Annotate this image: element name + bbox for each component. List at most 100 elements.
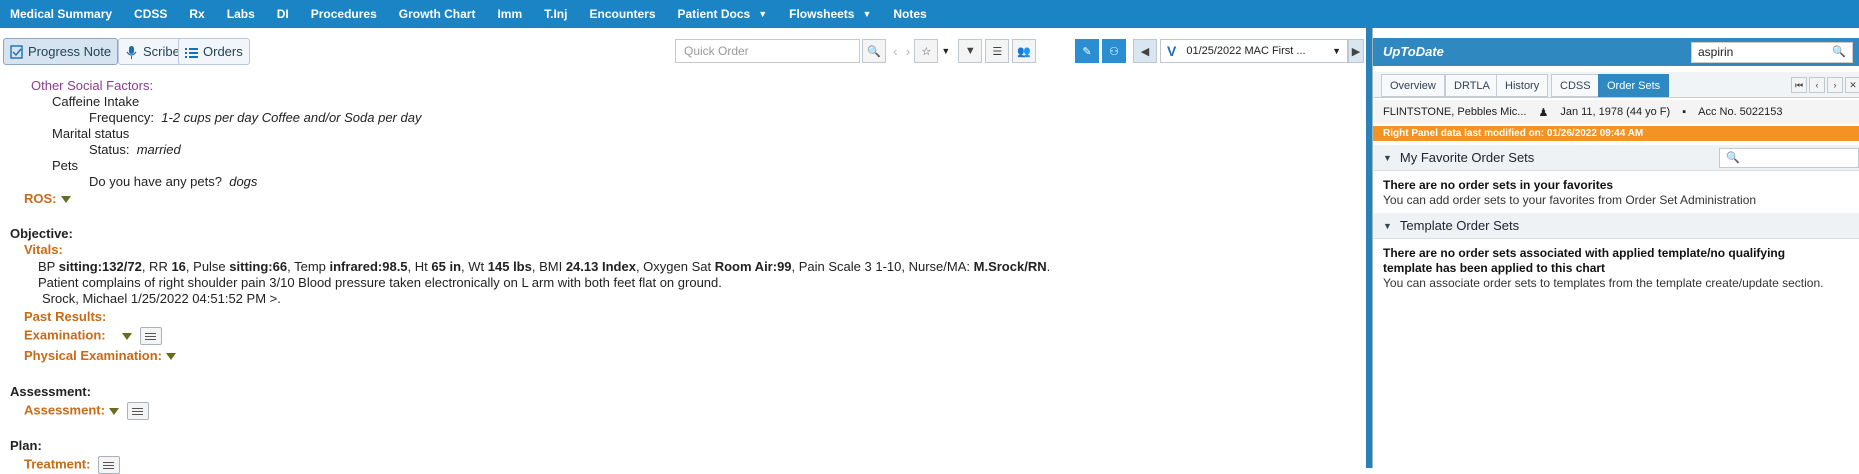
star-icon[interactable]: ☆ xyxy=(914,39,939,63)
nav-encounters[interactable]: Encounters xyxy=(589,7,655,21)
edit-note-icon[interactable]: ✎ xyxy=(1075,39,1099,63)
vitals-rr: 16 xyxy=(171,259,186,274)
status-value: married xyxy=(136,142,181,157)
assessment-label: Assessment: xyxy=(24,402,105,418)
signature-text: Srock, Michael 1/25/2022 04:51:52 PM >. xyxy=(42,291,281,306)
progress-note-pane: Progress Note Scribe Orders Quick Order … xyxy=(0,28,1367,474)
note-icon xyxy=(10,44,23,59)
users-icon[interactable]: 👥 xyxy=(1012,39,1037,63)
nav-imm[interactable]: Imm xyxy=(497,7,522,21)
team-icon[interactable]: ⚇ xyxy=(1102,39,1126,63)
nav-medical-summary[interactable]: Medical Summary xyxy=(10,7,112,21)
nav-growth-chart[interactable]: Growth Chart xyxy=(399,7,476,21)
previous-encounter-icon[interactable]: ◀ xyxy=(1133,39,1157,63)
close-icon[interactable]: ✕ xyxy=(1845,77,1859,93)
tab-order-sets[interactable]: Order Sets xyxy=(1598,74,1670,97)
favorite-search-input[interactable]: 🔍 xyxy=(1719,148,1859,168)
complaint-text: Patient complains of right shoulder pain… xyxy=(38,275,722,290)
patient-name: FLINTSTONE, Pebbles Mic... xyxy=(1383,106,1527,118)
list-icon xyxy=(185,47,198,58)
fav-empty-text: There are no order sets in your favorite… xyxy=(1383,178,1614,192)
nav-labs[interactable]: Labs xyxy=(227,7,255,21)
treatment-section[interactable]: Treatment: xyxy=(24,456,121,474)
favorite-order-sets-title: My Favorite Order Sets xyxy=(1399,150,1535,165)
filter-icon[interactable]: ▼ xyxy=(958,39,983,63)
other-social-factors-heading: Other Social Factors: xyxy=(31,78,154,93)
nav-di[interactable]: DI xyxy=(277,7,289,21)
status-row: Status: married xyxy=(89,142,181,157)
nav-cdss[interactable]: CDSS xyxy=(134,7,167,21)
past-results-heading[interactable]: Past Results: xyxy=(24,309,106,324)
chevron-down-icon: ▼ xyxy=(758,9,768,19)
template-order-sets-header[interactable]: ▼ Template Order Sets xyxy=(1373,213,1859,239)
nav-rx[interactable]: Rx xyxy=(189,7,204,21)
vitals-pulse: sitting:66 xyxy=(229,259,288,274)
search-icon[interactable]: 🔍 xyxy=(1832,45,1846,58)
uptodate-search-input[interactable]: aspirin 🔍 xyxy=(1691,42,1853,63)
progress-note-label: Progress Note xyxy=(28,44,112,59)
nav-tinj[interactable]: T.Inj xyxy=(544,7,567,21)
folder-icon: ▪ xyxy=(1682,106,1687,118)
expand-triangle-icon[interactable] xyxy=(166,353,176,361)
encounter-select[interactable]: V 01/25/2022 MAC First ... ▼ xyxy=(1160,39,1348,63)
modified-banner: Right Panel data last modified on: 01/26… xyxy=(1373,126,1859,141)
tab-overview[interactable]: Overview xyxy=(1381,74,1445,97)
physical-exam-section[interactable]: Physical Examination: xyxy=(24,348,176,363)
examination-section[interactable]: Examination: xyxy=(24,327,162,345)
nav-patient-docs[interactable]: Patient Docs ▼ xyxy=(678,7,768,21)
uptodate-header: UpToDate aspirin 🔍 xyxy=(1373,38,1859,66)
add-template-button[interactable] xyxy=(139,327,162,345)
pets-label: Pets xyxy=(52,158,79,173)
vitals-wt-label: , Wt xyxy=(461,259,485,274)
scribe-button[interactable]: Scribe xyxy=(118,38,187,65)
microphone-icon xyxy=(126,45,137,59)
plan-heading: Plan: xyxy=(10,438,42,453)
expand-triangle-icon[interactable] xyxy=(108,407,119,415)
tab-history[interactable]: History xyxy=(1496,74,1549,97)
search-icon[interactable]: 🔍 xyxy=(862,39,886,63)
add-template-button[interactable] xyxy=(98,456,121,474)
progress-note-tab[interactable]: Progress Note xyxy=(3,38,119,65)
vitals-rr-label: , RR xyxy=(141,259,168,274)
expand-triangle-icon[interactable] xyxy=(121,332,132,340)
nav-notes[interactable]: Notes xyxy=(893,7,926,21)
chevron-down-icon[interactable]: ▼ xyxy=(941,46,950,56)
chevron-left-icon[interactable]: ‹ xyxy=(1809,77,1825,93)
vitals-ht: 65 in xyxy=(431,259,462,274)
tab-cdss[interactable]: CDSS xyxy=(1551,74,1600,97)
tmpl-empty-text-2: template has been applied to this chart xyxy=(1383,261,1606,275)
chevron-down-icon: ▼ xyxy=(862,9,872,19)
tab-drtla[interactable]: DRTLA xyxy=(1445,74,1499,97)
chevron-left-icon[interactable]: ‹ xyxy=(893,43,898,59)
favorite-order-sets-header[interactable]: ▼ My Favorite Order Sets 🔍 xyxy=(1373,145,1859,171)
encounter-type: V xyxy=(1167,43,1177,59)
next-encounter-icon[interactable]: ▶ xyxy=(1348,39,1364,63)
nav-patient-docs-label: Patient Docs xyxy=(677,7,751,21)
quick-order-input[interactable]: Quick Order xyxy=(675,39,860,63)
ros-section[interactable]: ROS: xyxy=(24,191,71,206)
vitals-bmi-label: , BMI xyxy=(531,259,563,274)
first-icon[interactable]: ⏮ xyxy=(1791,77,1807,93)
patient-acc: Acc No. 5022153 xyxy=(1698,106,1783,118)
collapse-triangle-icon[interactable]: ▼ xyxy=(1383,153,1392,163)
collapse-triangle-icon[interactable]: ▼ xyxy=(1383,221,1392,231)
expand-triangle-icon[interactable] xyxy=(60,196,71,204)
orders-button[interactable]: Orders xyxy=(178,38,250,65)
chevron-right-icon[interactable]: › xyxy=(906,43,911,59)
tmpl-empty-text-1: There are no order sets associated with … xyxy=(1383,246,1786,260)
vitals-line: BP sitting:132/72, RR 16, Pulse sitting:… xyxy=(38,259,1050,274)
vitals-pain-label: , Pain Scale 3 1-10, Nurse/MA: xyxy=(791,259,971,274)
nav-flowsheets[interactable]: Flowsheets ▼ xyxy=(789,7,871,21)
fav-hint-text[interactable]: You can add order sets to your favorites… xyxy=(1383,193,1756,207)
add-template-button[interactable] xyxy=(126,402,149,420)
assessment-heading: Assessment: xyxy=(10,384,91,399)
encounter-next: ▶ xyxy=(1348,39,1367,63)
orders-label: Orders xyxy=(203,44,243,59)
nav-procedures[interactable]: Procedures xyxy=(311,7,377,21)
assessment-section[interactable]: Assessment: xyxy=(24,402,149,420)
vitals-end: . xyxy=(1046,259,1051,274)
checklist-icon[interactable]: ☰ xyxy=(985,39,1010,63)
pets-question: Do you have any pets? xyxy=(89,174,222,189)
tmpl-hint-text[interactable]: You can associate order sets to template… xyxy=(1383,276,1823,290)
chevron-right-icon[interactable]: › xyxy=(1827,77,1843,93)
